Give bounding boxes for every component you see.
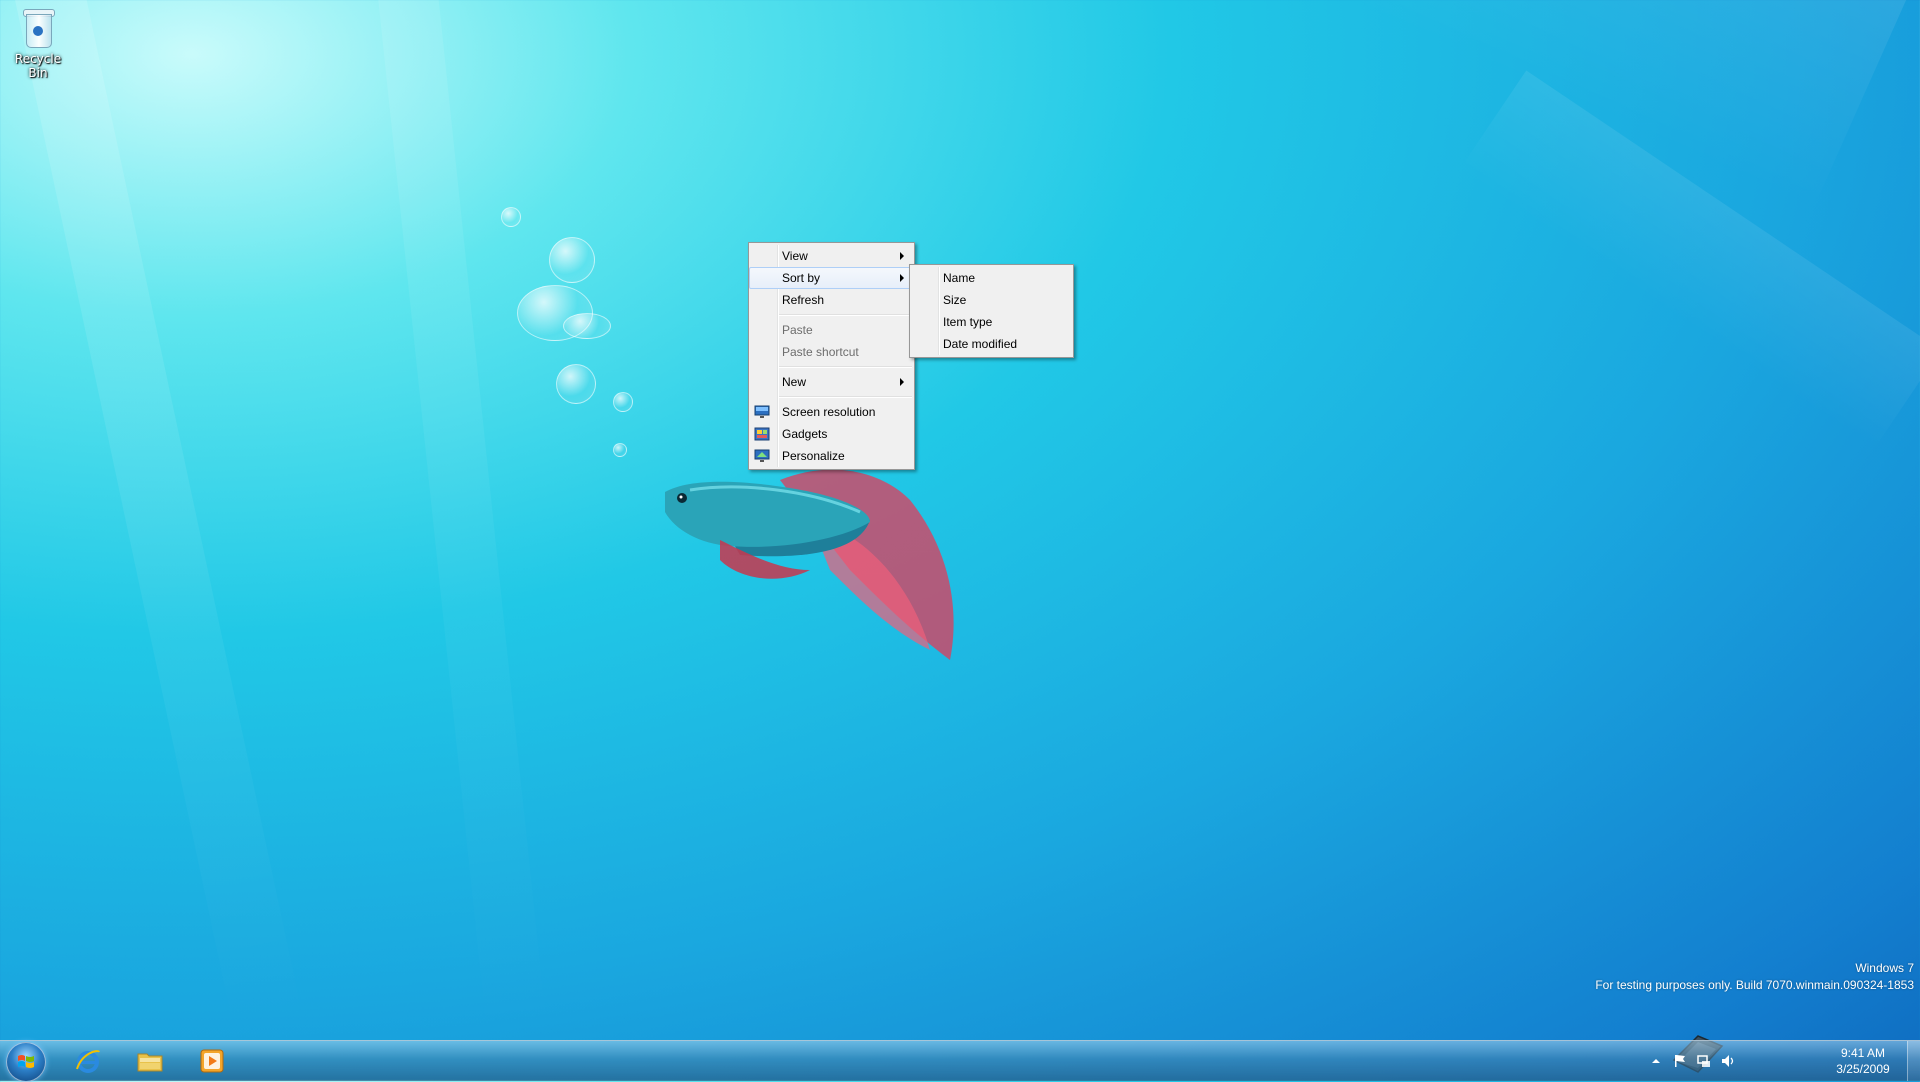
watermark-build-info: For testing purposes only. Build 7070.wi… [1595, 978, 1914, 992]
personalize-icon [754, 449, 770, 462]
recycle-bin-shortcut[interactable]: Recycle Bin [6, 6, 70, 80]
screen-resolution-icon [754, 405, 770, 418]
taskbar-internet-explorer[interactable] [60, 1043, 116, 1079]
menu-item-new[interactable]: New [749, 371, 914, 393]
bubble-decoration [556, 364, 596, 404]
network-icon[interactable] [1696, 1053, 1712, 1069]
taskbar: 9:41 AM 3/25/2009 [0, 1040, 1920, 1082]
recycle-bin-label: Recycle Bin [14, 52, 62, 80]
taskbar-windows-explorer[interactable] [122, 1043, 178, 1079]
menu-item-label: Size [943, 293, 967, 307]
menu-item-label: Date modified [943, 337, 1018, 351]
sort-option-date-modified[interactable]: Date modified [910, 333, 1073, 355]
show-desktop-button[interactable] [1907, 1041, 1920, 1081]
internet-explorer-icon [76, 1050, 100, 1073]
sort-option-item-type[interactable]: Item type [910, 311, 1073, 333]
start-orb-icon [18, 1055, 34, 1068]
light-ray [1459, 70, 1920, 450]
submenu-arrow-icon [900, 252, 904, 260]
start-button[interactable] [6, 1042, 46, 1082]
volume-icon[interactable] [1720, 1053, 1736, 1069]
bubble-decoration [613, 443, 627, 457]
menu-item-label: Personalize [782, 449, 845, 463]
desktop[interactable]: Recycle Bin View Sort by Refresh Paste P… [0, 0, 1920, 1040]
menu-item-label: New [782, 375, 807, 389]
clock-time: 9:41 AM [1840, 1046, 1886, 1060]
menu-item-paste-shortcut[interactable]: Paste shortcut [749, 341, 914, 363]
bubble-decoration [549, 237, 595, 283]
menu-item-view[interactable]: View [749, 245, 914, 267]
recycle-bin-icon [23, 6, 55, 48]
menu-separator [779, 396, 912, 398]
menu-item-label: View [782, 249, 808, 263]
menu-item-label: Name [943, 271, 976, 285]
taskbar-windows-media-player[interactable] [184, 1043, 240, 1079]
menu-item-label: Sort by [782, 271, 821, 285]
menu-separator [779, 314, 912, 316]
bubble-decoration [613, 392, 633, 412]
betta-fish-wallpaper [665, 469, 954, 660]
menu-item-sort-by[interactable]: Sort by [749, 267, 914, 289]
sort-by-submenu: Name Size Item type Date modified [909, 264, 1074, 358]
sort-option-name[interactable]: Name [910, 267, 1073, 289]
light-ray [372, 0, 548, 1040]
submenu-arrow-icon [900, 274, 904, 282]
menu-item-label: Gadgets [782, 427, 828, 441]
bubble-decoration [501, 207, 521, 227]
watermark-os-name: Windows 7 [1855, 961, 1914, 975]
build-watermark: Windows 7 For testing purposes only. Bui… [1595, 960, 1914, 994]
menu-item-refresh[interactable]: Refresh [749, 289, 914, 311]
menu-item-label: Refresh [782, 293, 825, 307]
sort-option-size[interactable]: Size [910, 289, 1073, 311]
light-ray [6, 0, 304, 1036]
windows-explorer-icon [137, 1053, 163, 1072]
menu-separator [779, 366, 912, 368]
menu-item-label: Screen resolution [782, 405, 876, 419]
menu-item-label: Paste [782, 323, 813, 337]
taskbar-clock[interactable]: 9:41 AM 3/25/2009 [1828, 1045, 1898, 1077]
menu-item-paste[interactable]: Paste [749, 319, 914, 341]
show-hidden-icons-arrow[interactable] [1648, 1053, 1664, 1069]
clock-date: 3/25/2009 [1836, 1062, 1890, 1076]
gadgets-icon [754, 427, 770, 441]
menu-item-label: Paste shortcut [782, 345, 859, 359]
windows-media-player-icon [200, 1049, 224, 1073]
action-center-flag-icon[interactable] [1672, 1053, 1688, 1069]
menu-item-screen-resolution[interactable]: Screen resolution [749, 401, 914, 423]
menu-item-label: Item type [943, 315, 993, 329]
submenu-arrow-icon [900, 378, 904, 386]
light-ray [1264, 0, 1920, 210]
bubble-decoration [563, 313, 611, 339]
menu-item-personalize[interactable]: Personalize [749, 445, 914, 467]
menu-item-gadgets[interactable]: Gadgets [749, 423, 914, 445]
desktop-context-menu: View Sort by Refresh Paste Paste shortcu… [748, 242, 915, 470]
